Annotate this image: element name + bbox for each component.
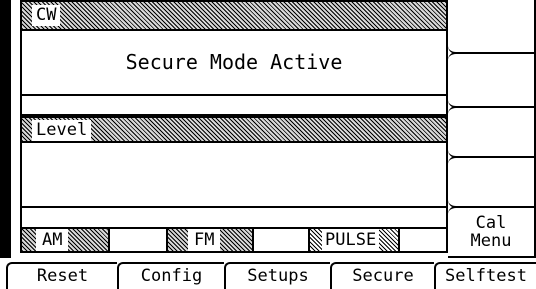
cw-header: CW bbox=[22, 2, 446, 31]
secure-mode-message: Secure Mode Active bbox=[125, 50, 343, 74]
fm-value-box bbox=[254, 229, 310, 251]
cal-menu-line2: Menu bbox=[470, 231, 512, 251]
reset-button[interactable]: Reset bbox=[6, 262, 117, 289]
level-divider bbox=[22, 206, 446, 208]
setups-button[interactable]: Setups bbox=[224, 262, 330, 289]
cw-panel: CW Secure Mode Active bbox=[20, 0, 448, 116]
secure-button[interactable]: Secure bbox=[330, 262, 434, 289]
modulation-status-bar: AM FM PULSE bbox=[20, 229, 448, 253]
left-edge-bar bbox=[0, 0, 11, 262]
softkey-4[interactable] bbox=[448, 156, 536, 208]
level-panel: Level bbox=[20, 116, 448, 229]
cal-menu-softkey[interactable]: Cal Menu bbox=[448, 206, 536, 258]
level-header: Level bbox=[22, 118, 446, 143]
am-indicator: AM bbox=[22, 229, 110, 251]
softkey-1[interactable] bbox=[448, 0, 536, 54]
am-value-box bbox=[110, 229, 168, 251]
pulse-label: PULSE bbox=[322, 229, 380, 251]
fm-label: FM bbox=[188, 229, 221, 251]
pulse-indicator: PULSE bbox=[310, 229, 400, 251]
cw-divider bbox=[22, 94, 446, 96]
softkey-3[interactable] bbox=[448, 106, 536, 158]
config-button[interactable]: Config bbox=[117, 262, 224, 289]
fm-indicator: FM bbox=[168, 229, 254, 251]
cw-label: CW bbox=[32, 5, 61, 26]
bottom-menu: Reset Config Setups Secure Selftest bbox=[0, 258, 536, 289]
cal-menu-line1: Cal bbox=[475, 213, 507, 233]
selftest-button[interactable]: Selftest bbox=[434, 262, 536, 289]
am-label: AM bbox=[36, 229, 69, 251]
softkey-2[interactable] bbox=[448, 52, 536, 108]
level-label: Level bbox=[32, 120, 92, 141]
